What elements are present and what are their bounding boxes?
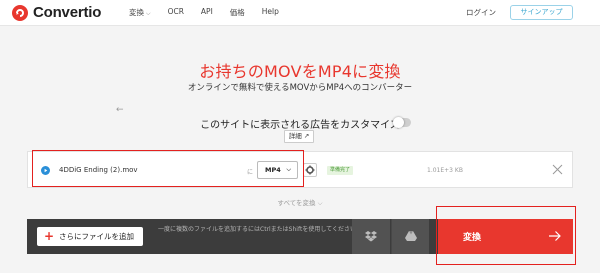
settings-button[interactable] [303, 163, 317, 177]
external-link-icon: ↗ [303, 132, 310, 140]
add-files-label: さらにファイルを追加 [59, 232, 134, 241]
main-nav: 変換 ⌵ OCR API 価格 Help [129, 7, 296, 18]
nav-item-help[interactable]: Help [262, 7, 279, 18]
convert-button[interactable]: 変換 [438, 219, 573, 254]
chevron-down-icon: ⌵ [317, 199, 323, 207]
toggle-knob [393, 117, 404, 128]
chevron-down-icon: ⌵ [146, 10, 151, 17]
google-drive-icon [405, 231, 417, 241]
file-row: 4DDiG Ending (2).mov に MP4 ⌵ 準備完了 1.01E+… [27, 151, 573, 188]
file-size: 1.01E+3 KB [427, 167, 463, 174]
nav-item-label: 変換 [129, 8, 144, 17]
page-subtitle: オンラインで無料で使えるMOVからMP4へのコンバーター [187, 83, 413, 93]
top-header: Convertio 変換 ⌵ OCR API 価格 Help ログイン サインアッ… [0, 0, 600, 26]
play-icon[interactable] [41, 166, 50, 175]
logo-text: Convertio [33, 4, 102, 21]
nav-item-ocr[interactable]: OCR [168, 7, 184, 18]
dropbox-button[interactable] [352, 219, 390, 254]
logo[interactable]: Convertio [12, 4, 101, 21]
login-link[interactable]: ログイン [466, 7, 496, 18]
chevron-down-icon: ⌵ [286, 166, 291, 173]
multi-select-hint: 一度に複数のファイルを追加するにはCtrlまたはShiftを使用してください [158, 226, 356, 233]
nav-item-convert[interactable]: 変換 ⌵ [129, 7, 151, 18]
convert-all-dropdown[interactable]: すべてを変換 ⌵ [0, 197, 600, 208]
arrow-right-icon [549, 231, 561, 241]
google-drive-button[interactable] [391, 219, 429, 254]
ad-customize-text: このサイトに表示される広告をカスタマイズ [200, 120, 400, 131]
plus-icon: + [44, 229, 55, 243]
gear-icon [305, 165, 315, 175]
close-icon[interactable] [552, 164, 563, 175]
details-label: 詳細 [288, 132, 302, 140]
details-button[interactable]: 詳細 ↗ [284, 130, 314, 143]
status-badge: 準備完了 [327, 166, 354, 175]
dropbox-icon [365, 231, 377, 242]
nav-item-api[interactable]: API [201, 7, 213, 18]
convert-all-label: すべてを変換 [277, 199, 316, 207]
convertio-logo-icon [12, 4, 28, 21]
arrow-left-icon[interactable]: ← [116, 105, 124, 115]
to-label: に [247, 169, 254, 176]
page-title: お持ちのMOVをMP4に変換 [199, 62, 401, 81]
action-bar: + さらにファイルを追加 一度に複数のファイルを追加するにはCtrlまたはShi… [27, 219, 573, 254]
format-select[interactable]: MP4 ⌵ [257, 161, 298, 179]
signup-button[interactable]: サインアップ [510, 5, 573, 20]
file-name: 4DDiG Ending (2).mov [59, 166, 138, 174]
nav-item-pricing[interactable]: 価格 [230, 7, 245, 18]
add-files-button[interactable]: + さらにファイルを追加 [37, 227, 143, 246]
format-value: MP4 [265, 166, 281, 174]
convert-label: 変換 [463, 233, 482, 243]
ad-customize-toggle[interactable] [393, 117, 411, 128]
